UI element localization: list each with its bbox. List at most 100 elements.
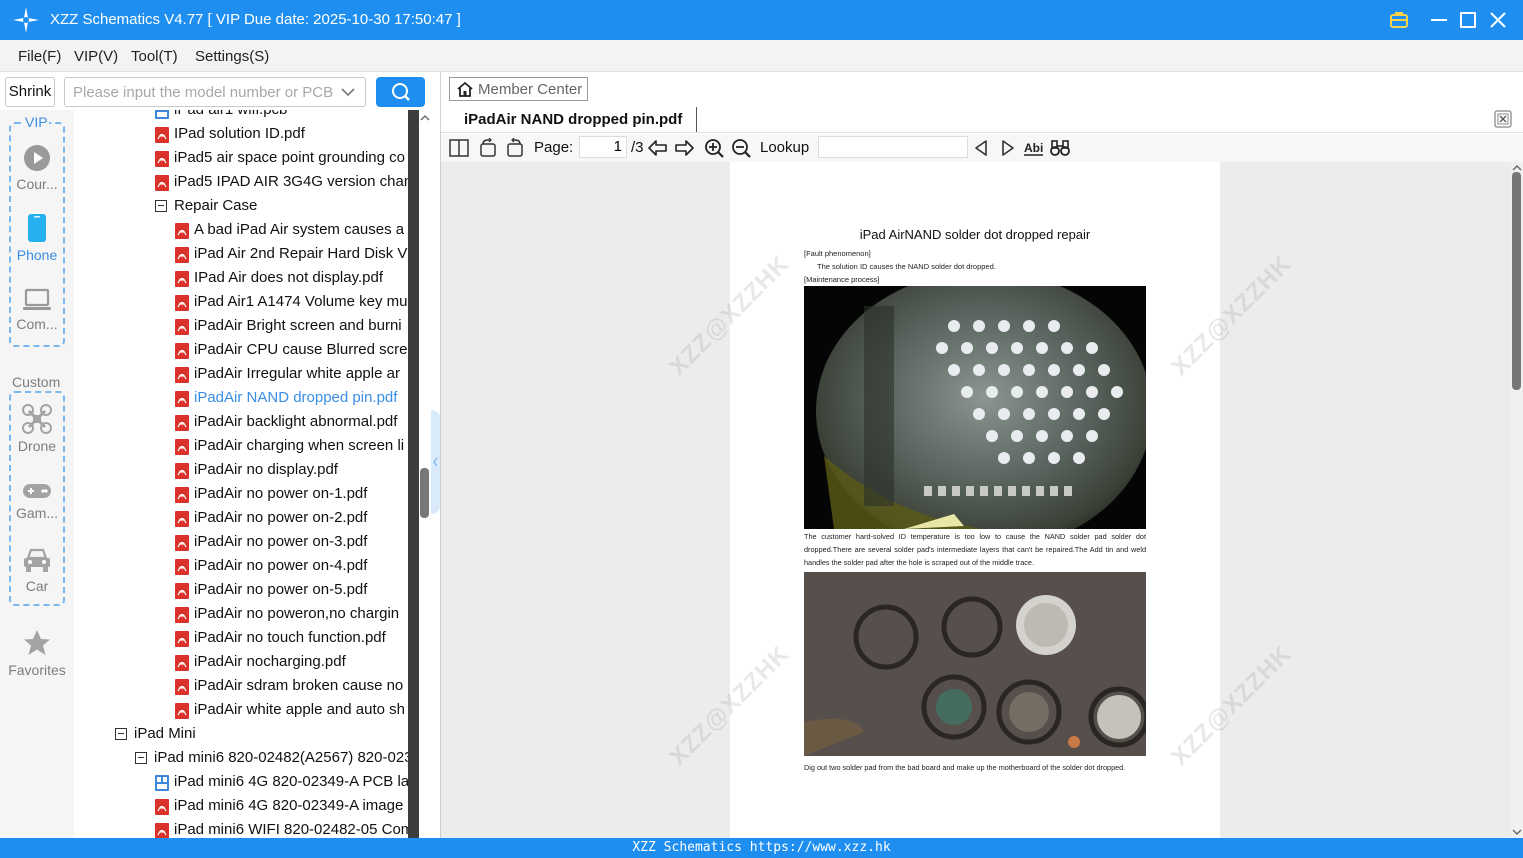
find-previous-icon[interactable]: [971, 138, 993, 158]
tree-file[interactable]: iPadAir no power on-4.pdf: [175, 555, 408, 579]
pdf-file-icon: [175, 511, 189, 527]
scroll-up-icon[interactable]: [420, 114, 430, 122]
tree-item-label: iPadAir no power on-4.pdf: [194, 557, 368, 574]
rail-item-courses[interactable]: Cour...: [0, 144, 74, 192]
document-scrollbar-thumb[interactable]: [1512, 172, 1521, 390]
tree-item-label: A bad iPad Air system causes a: [194, 221, 405, 238]
pdf-file-icon: [175, 223, 189, 239]
tree-file[interactable]: iPadAir nocharging.pdf: [175, 651, 408, 675]
next-page-arrow-icon[interactable]: [673, 138, 695, 158]
shrink-button[interactable]: Shrink: [5, 77, 55, 107]
tree-file[interactable]: iPadAir white apple and auto sh: [175, 699, 408, 723]
tree-file[interactable]: iPadAir no power on-5.pdf: [175, 579, 408, 603]
tree-item-label: iPadAir no touch function.pdf: [194, 629, 386, 646]
tree-file[interactable]: iPadAir charging when screen li: [175, 435, 408, 459]
tree-file[interactable]: iPadAir CPU cause Blurred scree: [175, 339, 408, 363]
chevron-down-icon[interactable]: [341, 86, 355, 98]
tree-file[interactable]: iPadAir no power on-3.pdf: [175, 531, 408, 555]
zoom-in-icon[interactable]: [704, 138, 726, 158]
car-icon: [24, 548, 50, 572]
tree-file[interactable]: iPadAir no touch function.pdf: [175, 627, 408, 651]
scroll-up-icon[interactable]: [1512, 164, 1522, 172]
rotate-right-icon[interactable]: [504, 138, 526, 158]
tree-file[interactable]: iPad mini6 4G 820-02349-A image: [155, 795, 408, 819]
tree-folder[interactable]: iPad Mini: [115, 723, 408, 747]
tree-file[interactable]: IPad Air does not display.pdf: [175, 267, 408, 291]
tree-file[interactable]: iPad mini6 WIFI 820-02482-05 Com: [155, 819, 408, 838]
collapse-toggle-icon[interactable]: [115, 728, 127, 740]
collapse-toggle-icon[interactable]: [135, 752, 147, 764]
collapse-panel-handle[interactable]: [431, 410, 440, 514]
pdf-viewer[interactable]: iPad AirNAND solder dot dropped repair […: [441, 162, 1511, 838]
scroll-down-icon[interactable]: [1512, 828, 1522, 836]
rail-item-car[interactable]: Car: [0, 546, 74, 594]
menu-vip[interactable]: VIP(V): [74, 48, 118, 65]
search-input[interactable]: [73, 82, 335, 102]
tree-file[interactable]: iPad Air 2nd Repair Hard Disk V: [175, 243, 408, 267]
tab-document[interactable]: iPadAir NAND dropped pin.pdf: [449, 107, 697, 133]
tree-scrollbar-thumb[interactable]: [420, 468, 429, 518]
phone-icon: [28, 214, 46, 242]
rail-item-favorites[interactable]: Favorites: [0, 628, 74, 678]
collapse-toggle-icon[interactable]: [155, 200, 167, 212]
pdf-file-icon: [175, 535, 189, 551]
tree-file[interactable]: iPadAir sdram broken cause no: [175, 675, 408, 699]
tree-scrollbar[interactable]: [419, 110, 431, 838]
rail-item-phone[interactable]: Phone: [0, 213, 74, 263]
menu-settings[interactable]: Settings(S): [195, 48, 269, 65]
tree-file[interactable]: iPadAir no power on-1.pdf: [175, 483, 408, 507]
model-search-combobox[interactable]: [64, 77, 366, 107]
tree-file[interactable]: iPad mini6 4G 820-02349-A PCB la: [155, 771, 408, 795]
maximize-icon[interactable]: [1456, 8, 1480, 32]
rail-item-computer[interactable]: Com...: [0, 288, 74, 332]
tree-file[interactable]: iPadAir NAND dropped pin.pdf: [175, 387, 408, 411]
tree-folder[interactable]: iPad mini6 820-02482(A2567) 820-023: [135, 747, 408, 771]
tree-item-label: iPadAir Irregular white apple ar: [194, 365, 400, 382]
document-scrollbar[interactable]: [1511, 162, 1523, 838]
member-center-button[interactable]: Member Center: [449, 77, 588, 101]
binoculars-icon[interactable]: [1049, 138, 1071, 158]
document-title: iPad AirNAND solder dot dropped repair: [859, 227, 1091, 242]
pdf-file-icon: [175, 343, 189, 359]
tree-file[interactable]: iPadAir no display.pdf: [175, 459, 408, 483]
file-tree[interactable]: iPad air1 wifi.pcb IPad solution ID.pdf iP…: [75, 110, 408, 838]
tree-file[interactable]: iPad5 air space point grounding co: [155, 147, 408, 171]
briefcase-icon[interactable]: [1387, 8, 1411, 32]
tree-file[interactable]: iPadAir no poweron,no chargin: [175, 603, 408, 627]
menu-file[interactable]: File(F): [18, 48, 61, 65]
minimize-icon[interactable]: [1427, 8, 1451, 32]
lookup-input[interactable]: [818, 136, 968, 158]
pdf-file-icon: [175, 559, 189, 575]
tree-item-label: iPadAir nocharging.pdf: [194, 653, 346, 670]
tree-file[interactable]: iPadAir no power on-2.pdf: [175, 507, 408, 531]
tree-file[interactable]: iPad5 IPAD AIR 3G4G version chan: [155, 171, 408, 195]
tree-file[interactable]: iPad Air1 A1474 Volume key mu: [175, 291, 408, 315]
zoom-out-icon[interactable]: [731, 138, 753, 158]
tree-file[interactable]: iPadAir Bright screen and burni: [175, 315, 408, 339]
match-case-icon[interactable]: Abi: [1023, 138, 1045, 158]
find-next-icon[interactable]: [996, 138, 1018, 158]
pdf-file-icon: [175, 703, 189, 719]
rail-item-game[interactable]: Gam...: [0, 481, 74, 521]
tree-scrollbar-track[interactable]: [408, 110, 419, 838]
tree-item-label: iPadAir no power on-3.pdf: [194, 533, 368, 550]
search-button[interactable]: [376, 77, 425, 107]
tree-folder[interactable]: Repair Case: [155, 195, 408, 219]
close-document-icon[interactable]: [1494, 110, 1512, 128]
tree-file[interactable]: IPad solution ID.pdf: [155, 123, 408, 147]
maintenance-header: [Maintenance process]: [804, 275, 880, 284]
close-icon[interactable]: [1486, 8, 1510, 32]
page-number-input[interactable]: 1: [579, 136, 627, 158]
laptop-icon: [23, 288, 51, 310]
previous-page-arrow-icon[interactable]: [647, 138, 669, 158]
two-page-view-icon[interactable]: [448, 138, 470, 158]
menu-bar: File(F) VIP(V) Tool(T) Settings(S): [0, 40, 1523, 72]
tree-file[interactable]: iPad air1 wifi.pcb: [155, 110, 408, 123]
rail-item-drone[interactable]: Drone: [0, 404, 74, 454]
tree-file[interactable]: iPadAir backlight abnormal.pdf: [175, 411, 408, 435]
star-icon: [24, 630, 50, 655]
tree-file[interactable]: iPadAir Irregular white apple ar: [175, 363, 408, 387]
rotate-left-icon[interactable]: [477, 138, 499, 158]
menu-tool[interactable]: Tool(T): [131, 48, 178, 65]
tree-file[interactable]: A bad iPad Air system causes a: [175, 219, 408, 243]
